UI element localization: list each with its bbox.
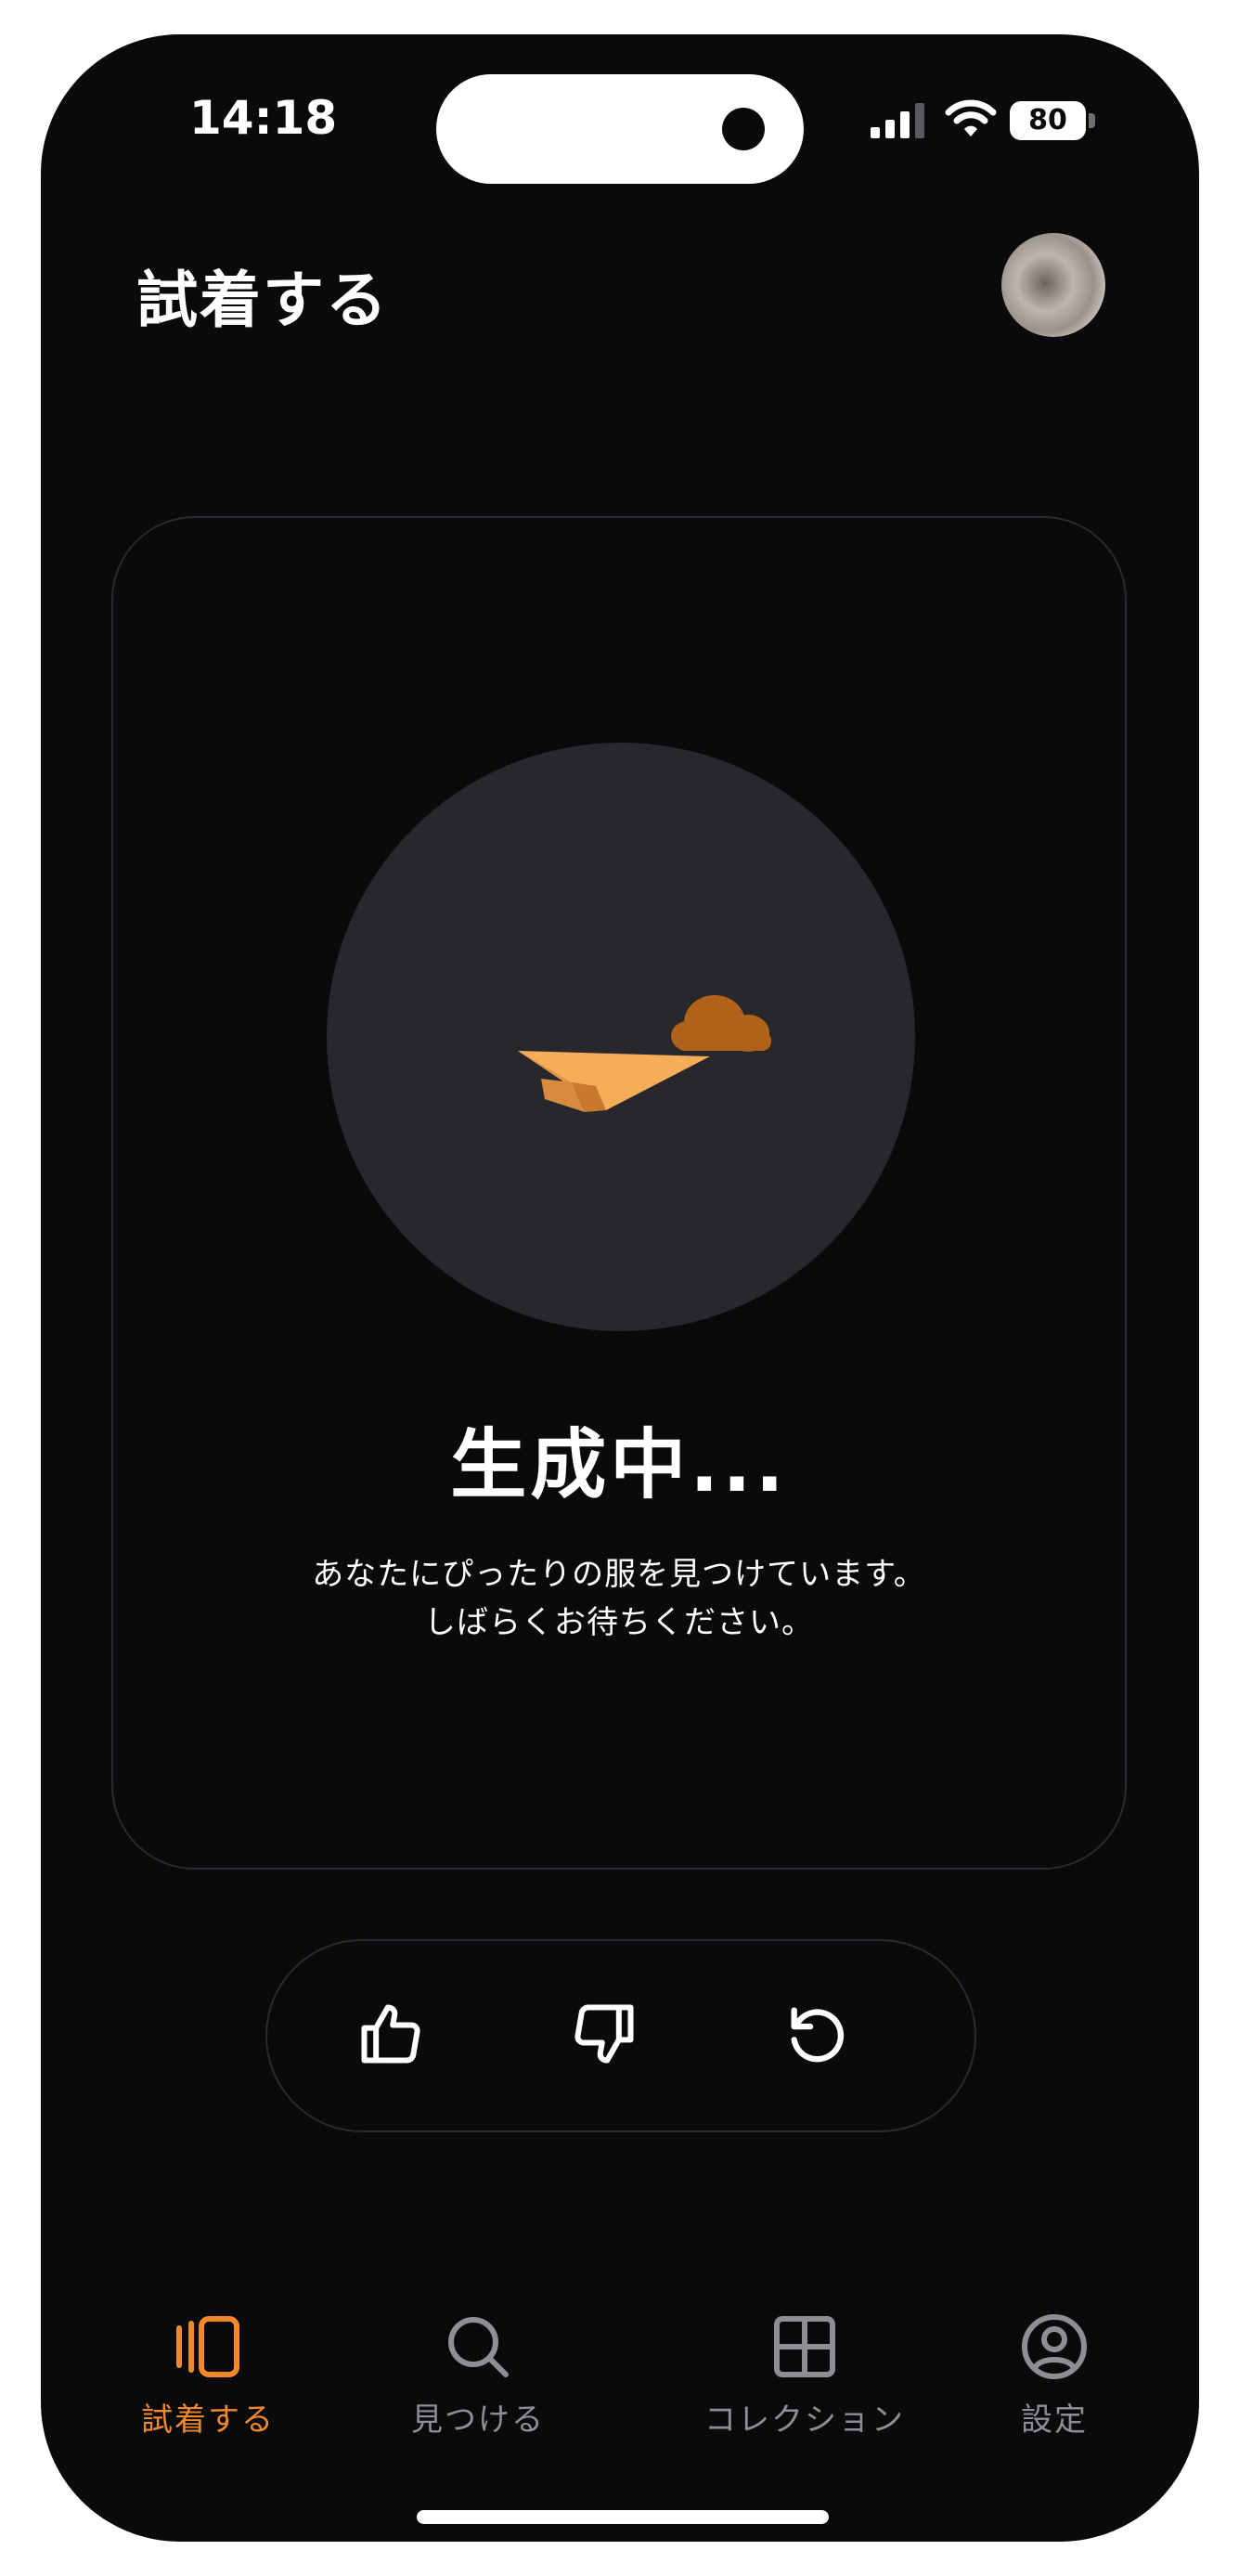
tab-label: コレクション	[704, 2401, 905, 2439]
signal-icon	[871, 103, 924, 138]
tab-collection[interactable]: コレクション	[661, 2307, 949, 2440]
dynamic-island	[436, 74, 804, 184]
grid-icon	[774, 2316, 835, 2377]
camera-dot	[722, 108, 765, 150]
cloud-icon	[671, 995, 771, 1052]
avatar[interactable]	[1001, 233, 1105, 337]
phone-screen: 14:18 80 試着する 生成中... あなたにぴったりの服を見つけています。…	[41, 34, 1199, 2542]
tab-label: 試着する	[141, 2401, 275, 2439]
tab-try-on[interactable]: 試着する	[87, 2307, 329, 2440]
paper-plane-icon	[518, 995, 771, 1112]
retry-button[interactable]	[771, 1987, 864, 2080]
status-heading: 生成中...	[450, 1421, 788, 1509]
status-message-line: あなたにぴったりの服を見つけています。	[312, 1556, 926, 1593]
tab-settings[interactable]: 設定	[934, 2307, 1175, 2440]
dislike-button[interactable]	[558, 1987, 651, 2080]
home-indicator[interactable]	[417, 2510, 829, 2524]
tab-bar: 試着する 見つける コレクション 設定	[41, 2307, 1199, 2465]
status-message-line: しばらくお待ちください。	[424, 1604, 814, 1641]
battery-cap	[1089, 113, 1095, 128]
tab-label: 設定	[1021, 2401, 1088, 2439]
tab-discover[interactable]: 見つける	[357, 2307, 599, 2440]
search-icon	[448, 2317, 509, 2377]
thumbs-up-icon	[361, 2004, 420, 2064]
battery-icon: 80	[1010, 101, 1086, 140]
refresh-icon	[791, 2007, 845, 2063]
tab-label: 見つける	[411, 2401, 545, 2439]
like-button[interactable]	[344, 1987, 437, 2080]
profile-icon	[1022, 2314, 1087, 2379]
status-message: あなたにぴったりの服を見つけています。 しばらくお待ちください。	[113, 1550, 1125, 1647]
page-title: 試着する	[136, 265, 389, 336]
wifi-icon	[945, 99, 997, 136]
status-icons: 80	[871, 97, 1112, 144]
thumbs-down-icon	[574, 2004, 634, 2064]
status-time: 14:18	[189, 91, 338, 145]
try-on-icon	[176, 2316, 239, 2377]
result-card: 生成中... あなたにぴったりの服を見つけています。 しばらくお待ちください。	[111, 516, 1127, 1870]
feedback-actions	[265, 1939, 976, 2132]
